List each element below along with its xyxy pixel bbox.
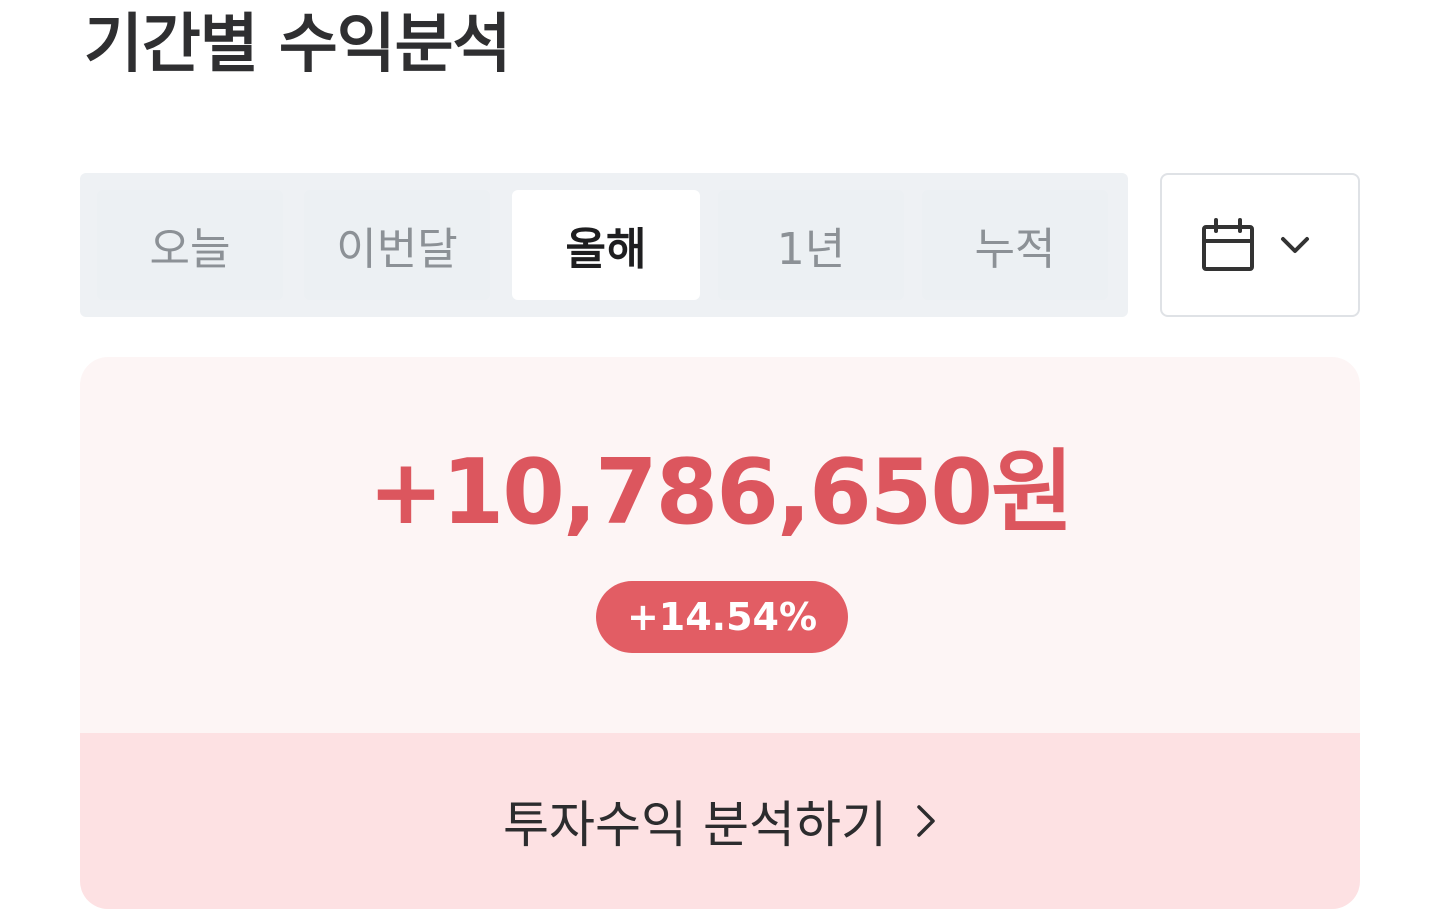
profit-amount: +10,786,650원 [368,440,1074,545]
investment-analysis-button[interactable]: 투자수익 분석하기 [80,733,1360,909]
tab-cumulative[interactable]: 누적 [922,190,1108,300]
profit-summary-card: +10,786,650원 +14.54% 투자수익 분석하기 [80,357,1360,909]
date-range-picker-button[interactable] [1160,173,1360,317]
chevron-right-icon [917,805,935,837]
page-title: 기간별 수익분석 [84,8,511,82]
return-rate-badge: +14.54% [596,581,848,653]
tab-this-month[interactable]: 이번달 [304,190,490,300]
period-tab-bar: 오늘 이번달 올해 1년 누적 [80,173,1128,317]
tab-one-year[interactable]: 1년 [718,190,904,300]
tab-today[interactable]: 오늘 [97,190,283,300]
investment-analysis-label: 투자수익 분석하기 [503,796,887,854]
chevron-down-icon [1281,237,1309,253]
calendar-icon [1202,218,1254,271]
tab-this-year[interactable]: 올해 [512,190,700,300]
